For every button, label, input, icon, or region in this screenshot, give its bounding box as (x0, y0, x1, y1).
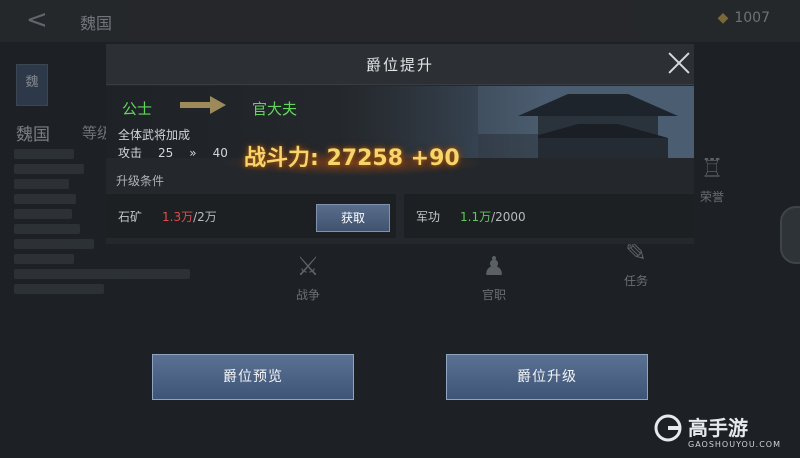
dialog-header: 爵位提升 (106, 44, 694, 85)
rank-upgrade-button[interactable]: 爵位升级 (446, 354, 648, 400)
resource-stone: 石矿 1.3万/2万 获取 (106, 194, 396, 238)
dialog-title: 爵位提升 (365, 56, 434, 74)
next-rank: 官大夫 (252, 100, 298, 118)
honor-icon: ♖ (700, 154, 724, 184)
official-icon: ♟ (482, 252, 506, 282)
currency-display: ◆ 1007 (718, 10, 770, 26)
war-entry[interactable]: ⚔ 战争 (296, 252, 320, 303)
top-bar: < 魏国 ◆ 1007 (0, 0, 800, 42)
stat-from: 25 (158, 146, 174, 158)
rank-upgrade-dialog: 爵位提升 公士 官大夫 全体武将加成 攻击 25 » 40 战斗力: 27258 +9… (106, 44, 694, 244)
resource-need: /2万 (193, 210, 217, 224)
diamond-icon: ◆ (717, 10, 729, 26)
task-label: 任务 (624, 274, 649, 288)
rank-preview-button[interactable]: 爵位预览 (152, 354, 354, 400)
crossed-swords-icon: ⚔ (296, 252, 320, 282)
stat-row: 攻击 25 » 40 (118, 144, 244, 158)
watermark: 高手游 GAOSHOUYOU.COM (654, 412, 782, 454)
back-arrow-icon[interactable]: < (26, 7, 48, 33)
resource-name: 军功 (416, 210, 441, 224)
get-button[interactable]: 获取 (316, 204, 390, 232)
currency-value: 1007 (734, 10, 770, 26)
brand-logo-icon (654, 414, 682, 442)
honor-entry[interactable]: ♖ 荣誉 (700, 154, 724, 205)
watermark-brand: 高手游 (688, 416, 748, 440)
watermark-url: GAOSHOUYOU.COM (688, 440, 782, 449)
conditions-label: 升级条件 (116, 174, 165, 188)
nation-flag: 魏 (16, 64, 48, 106)
combat-power: 战斗力: 27258 +90 (244, 146, 460, 171)
current-rank: 公士 (122, 100, 153, 118)
bonus-label: 全体武将加成 (118, 128, 191, 142)
official-label: 官职 (482, 288, 507, 302)
resource-have: 1.3万 (162, 210, 194, 224)
close-icon[interactable] (666, 50, 692, 76)
screen-title: 魏国 (80, 14, 113, 33)
double-arrow-icon: » (189, 146, 197, 158)
arrow-right-icon (180, 96, 226, 114)
side-drawer-handle[interactable] (780, 206, 800, 264)
resource-merit: 军功 1.1万/2000 (404, 194, 694, 238)
resource-need: /2000 (491, 210, 526, 224)
honor-label: 荣誉 (700, 190, 725, 204)
official-entry[interactable]: ♟ 官职 (482, 252, 506, 303)
stat-to: 40 (212, 146, 228, 158)
resource-name: 石矿 (118, 210, 143, 224)
war-label: 战争 (296, 288, 321, 302)
resource-have: 1.1万 (460, 210, 492, 224)
nation-name: 魏国 (16, 125, 50, 145)
stat-name: 攻击 (118, 146, 143, 158)
task-entry[interactable]: ✎ 任务 (624, 238, 648, 289)
